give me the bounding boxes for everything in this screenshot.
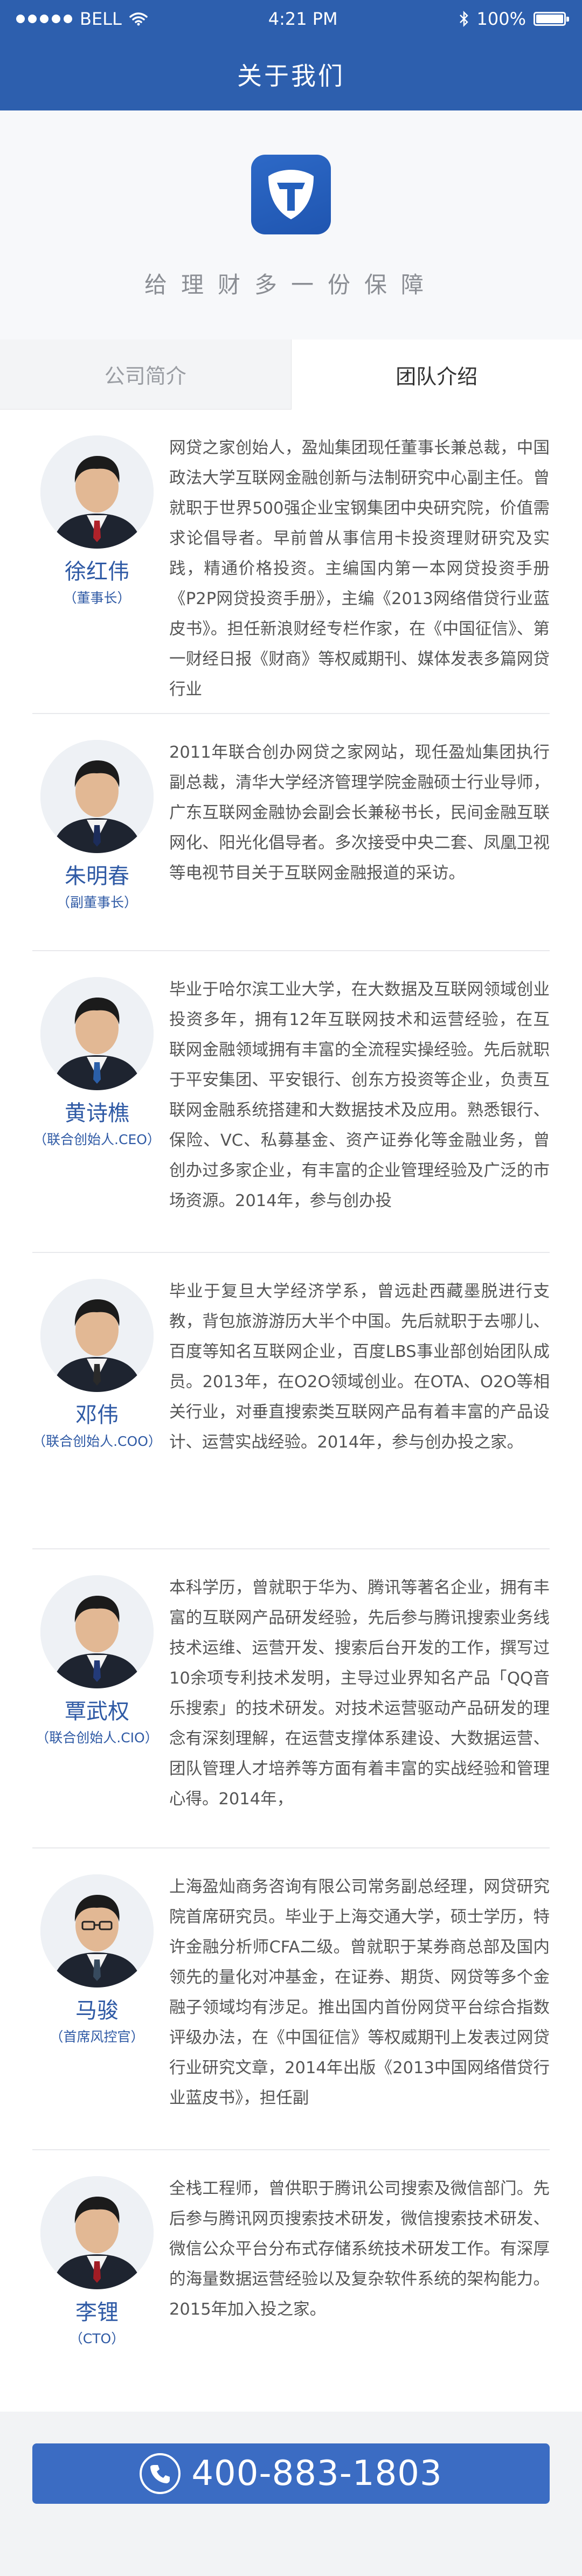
member-bio: 全栈工程师，曾供职于腾讯公司搜索及微信部门。先后参与腾讯网页搜索技术研发，微信搜… [169,2179,550,2319]
member-name: 覃武权 [65,1699,129,1724]
member-name: 李锂 [75,2300,119,2325]
member-left: 徐红伟 （董事长） [32,410,162,713]
call-phone-button[interactable]: 400-883-1803 [32,2443,550,2504]
carrier-label: BELL [80,9,122,29]
member-name: 马骏 [75,1998,119,2023]
app-logo [251,155,331,234]
battery-percent: 100% [476,9,526,29]
avatar [40,435,154,549]
member-bio: 毕业于复旦大学经济学系，曾远赴西藏墨脱进行支教，背包旅游游历大半个中国。先后就职… [169,1282,550,1452]
phone-icon [140,2453,181,2494]
page-title: 关于我们 [237,61,345,91]
battery-fill [536,15,563,23]
team-member: 覃武权 （联合创始人.CIO） 本科学历，曾就职于华为、腾讯等著名企业，拥有丰富… [32,1549,550,1848]
avatar [40,977,154,1090]
signal-dots-icon [16,15,72,23]
member-title: （副董事长） [56,895,137,910]
wifi-icon [129,12,148,26]
member-title: （CTO） [69,2331,125,2346]
member-title: （联合创始人.CIO） [36,1730,158,1746]
status-time: 4:21 PM [268,9,338,29]
team-member: 李锂 （CTO） 全栈工程师，曾供职于腾讯公司搜索及微信部门。先后参与腾讯网页搜… [32,2150,550,2412]
member-bio: 上海盈灿商务咨询有限公司常务副总经理，网贷研究院首席研究员。毕业于上海交通大学，… [169,1878,550,2108]
member-left: 朱明春 （副董事长） [32,714,162,950]
nav-bar: 关于我们 [0,38,582,110]
phone-number: 400-883-1803 [191,2454,442,2494]
avatar [40,740,154,853]
shield-t-logo-icon [268,170,314,219]
member-bio: 毕业于哈尔滨工业大学，在大数据及互联网领域创业投资多年，拥有12年互联网技术和运… [169,980,550,1210]
member-bio: 本科学历，曾就职于华为、腾讯等著名企业，拥有丰富的互联网产品研发经验，先后参与腾… [169,1578,550,1809]
tab-company-intro[interactable]: 公司简介 [0,340,292,410]
bluetooth-icon [459,10,468,27]
member-name: 黄诗樵 [65,1101,129,1126]
member-bio: 2011年联合创办网贷之家网站，现任盈灿集团执行副总裁，清华大学经济管理学院金融… [169,743,550,883]
team-member: 徐红伟 （董事长） 网贷之家创始人，盈灿集团现任董事长兼总裁，中国政法大学互联网… [32,410,550,714]
hero-banner: 给理财多一份保障 [0,110,582,340]
team-member: 马骏 （首席风控官） 上海盈灿商务咨询有限公司常务副总经理，网贷研究院首席研究员… [32,1848,550,2150]
member-name: 朱明春 [65,864,129,889]
footer: 400-883-1803 [0,2412,582,2536]
member-left: 马骏 （首席风控官） [32,1848,162,2149]
member-title: （联合创始人.COO） [32,1434,162,1449]
team-member: 黄诗樵 （联合创始人.CEO） 毕业于哈尔滨工业大学，在大数据及互联网领域创业投… [32,951,550,1253]
tab-team-intro[interactable]: 团队介绍 [291,340,582,410]
member-bio: 网贷之家创始人，盈灿集团现任董事长兼总裁，中国政法大学互联网金融创新与法制研究中… [169,439,550,699]
member-left: 李锂 （CTO） [32,2150,162,2412]
member-name: 徐红伟 [65,559,129,584]
status-right: 100% [459,9,569,29]
member-title: （联合创始人.CEO） [33,1132,161,1147]
team-list: 徐红伟 （董事长） 网贷之家创始人，盈灿集团现任董事长兼总裁，中国政法大学互联网… [0,410,582,2412]
member-left: 覃武权 （联合创始人.CIO） [32,1549,162,1847]
team-member: 朱明春 （副董事长） 2011年联合创办网贷之家网站，现任盈灿集团执行副总裁，清… [32,714,550,951]
member-title: （首席风控官） [50,2029,144,2045]
status-left: BELL [16,9,148,29]
avatar [40,2176,154,2289]
tab-bar: 公司简介 团队介绍 [0,340,582,410]
status-bar: BELL 4:21 PM 100% [0,0,582,38]
avatar [40,1575,154,1688]
member-left: 黄诗樵 （联合创始人.CEO） [32,951,162,1252]
slogan: 给理财多一份保障 [144,272,438,298]
member-name: 邓伟 [75,1403,119,1428]
member-left: 邓伟 （联合创始人.COO） [32,1253,162,1548]
avatar [40,1874,154,1988]
battery-icon [534,12,569,26]
avatar [40,1279,154,1392]
team-member: 邓伟 （联合创始人.COO） 毕业于复旦大学经济学系，曾远赴西藏墨脱进行支教，背… [32,1253,550,1549]
member-title: （董事长） [63,590,131,606]
